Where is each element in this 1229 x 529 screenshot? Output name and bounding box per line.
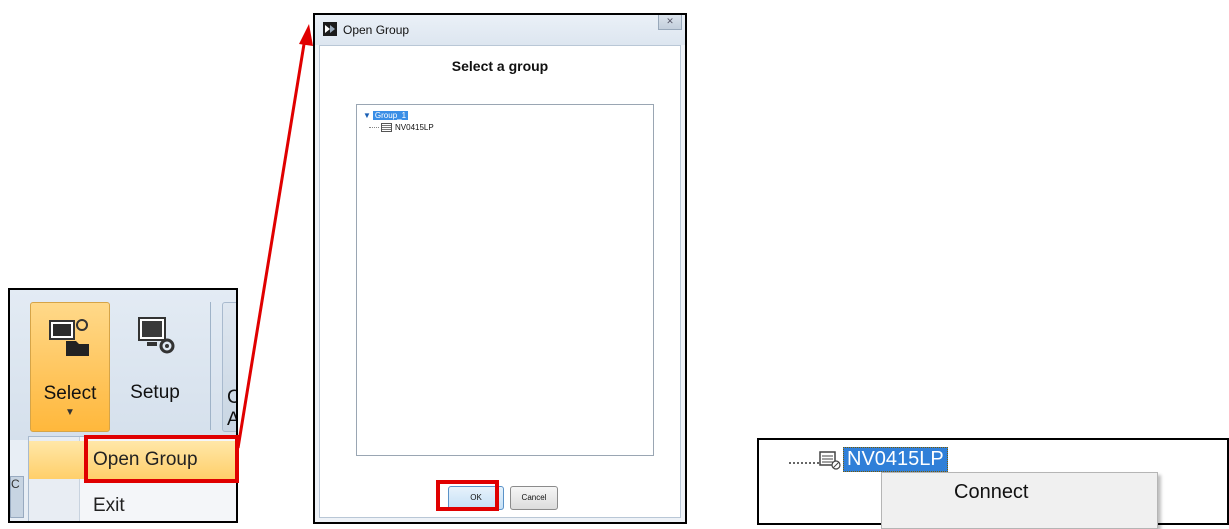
close-icon[interactable]: ✕ <box>658 15 682 30</box>
group-tree[interactable]: ▼ Group_1 NV0415LP <box>356 104 654 456</box>
side-tab-label: C <box>11 477 20 491</box>
highlight-ok-button <box>436 480 499 511</box>
cancel-button[interactable]: Cancel <box>510 486 558 510</box>
dialog-titlebar: Open Group ✕ <box>315 15 685 45</box>
select-button-label: Select <box>43 383 97 404</box>
context-menu: Connect <box>881 472 1158 529</box>
tree-node-group[interactable]: ▼ Group_1 <box>363 111 409 120</box>
tree-node-label: Group_1 <box>372 111 409 120</box>
context-menu-panel: NV0415LP Connect <box>757 438 1229 529</box>
menu-item-exit[interactable]: Exit <box>85 487 236 521</box>
partial-ribbon-button[interactable]: C A <box>222 302 236 432</box>
context-menu-item-connect[interactable]: Connect <box>954 481 1029 504</box>
tree-node-server[interactable]: NV0415LP <box>369 123 434 133</box>
expand-arrow-icon[interactable]: ▼ <box>363 111 371 120</box>
tree-connector <box>789 462 819 464</box>
setup-button[interactable]: Setup <box>115 302 195 432</box>
monitor-gear-icon <box>138 317 175 354</box>
monitor-folder-icon <box>49 319 89 356</box>
partial-button-line-1: C <box>227 387 236 409</box>
tree-node-label: NV0415LP <box>395 123 434 132</box>
server-icon <box>381 123 392 133</box>
open-group-dialog: Open Group ✕ Select a group ▼ Group_1 NV0… <box>313 13 687 524</box>
tree-connector <box>369 127 379 129</box>
partial-button-line-2: A <box>227 409 236 431</box>
highlight-open-group <box>84 435 239 483</box>
selected-tree-node[interactable]: NV0415LP <box>843 447 948 472</box>
select-button[interactable]: Select ▼ <box>30 302 110 432</box>
side-tab[interactable]: C <box>10 476 24 518</box>
ribbon-panel: Select ▼ Setup C A C Open Group Exit <box>8 288 238 523</box>
setup-button-label: Setup <box>130 382 180 403</box>
menu-gutter-highlight <box>29 441 85 479</box>
dialog-body: Select a group ▼ Group_1 NV0415LP OK Canc… <box>319 45 681 518</box>
server-icon <box>819 451 841 470</box>
ribbon-divider <box>210 302 211 430</box>
dialog-heading: Select a group <box>451 58 549 74</box>
dialog-title: Open Group <box>343 23 410 37</box>
chevron-down-icon: ▼ <box>65 407 75 418</box>
app-icon <box>323 22 337 36</box>
